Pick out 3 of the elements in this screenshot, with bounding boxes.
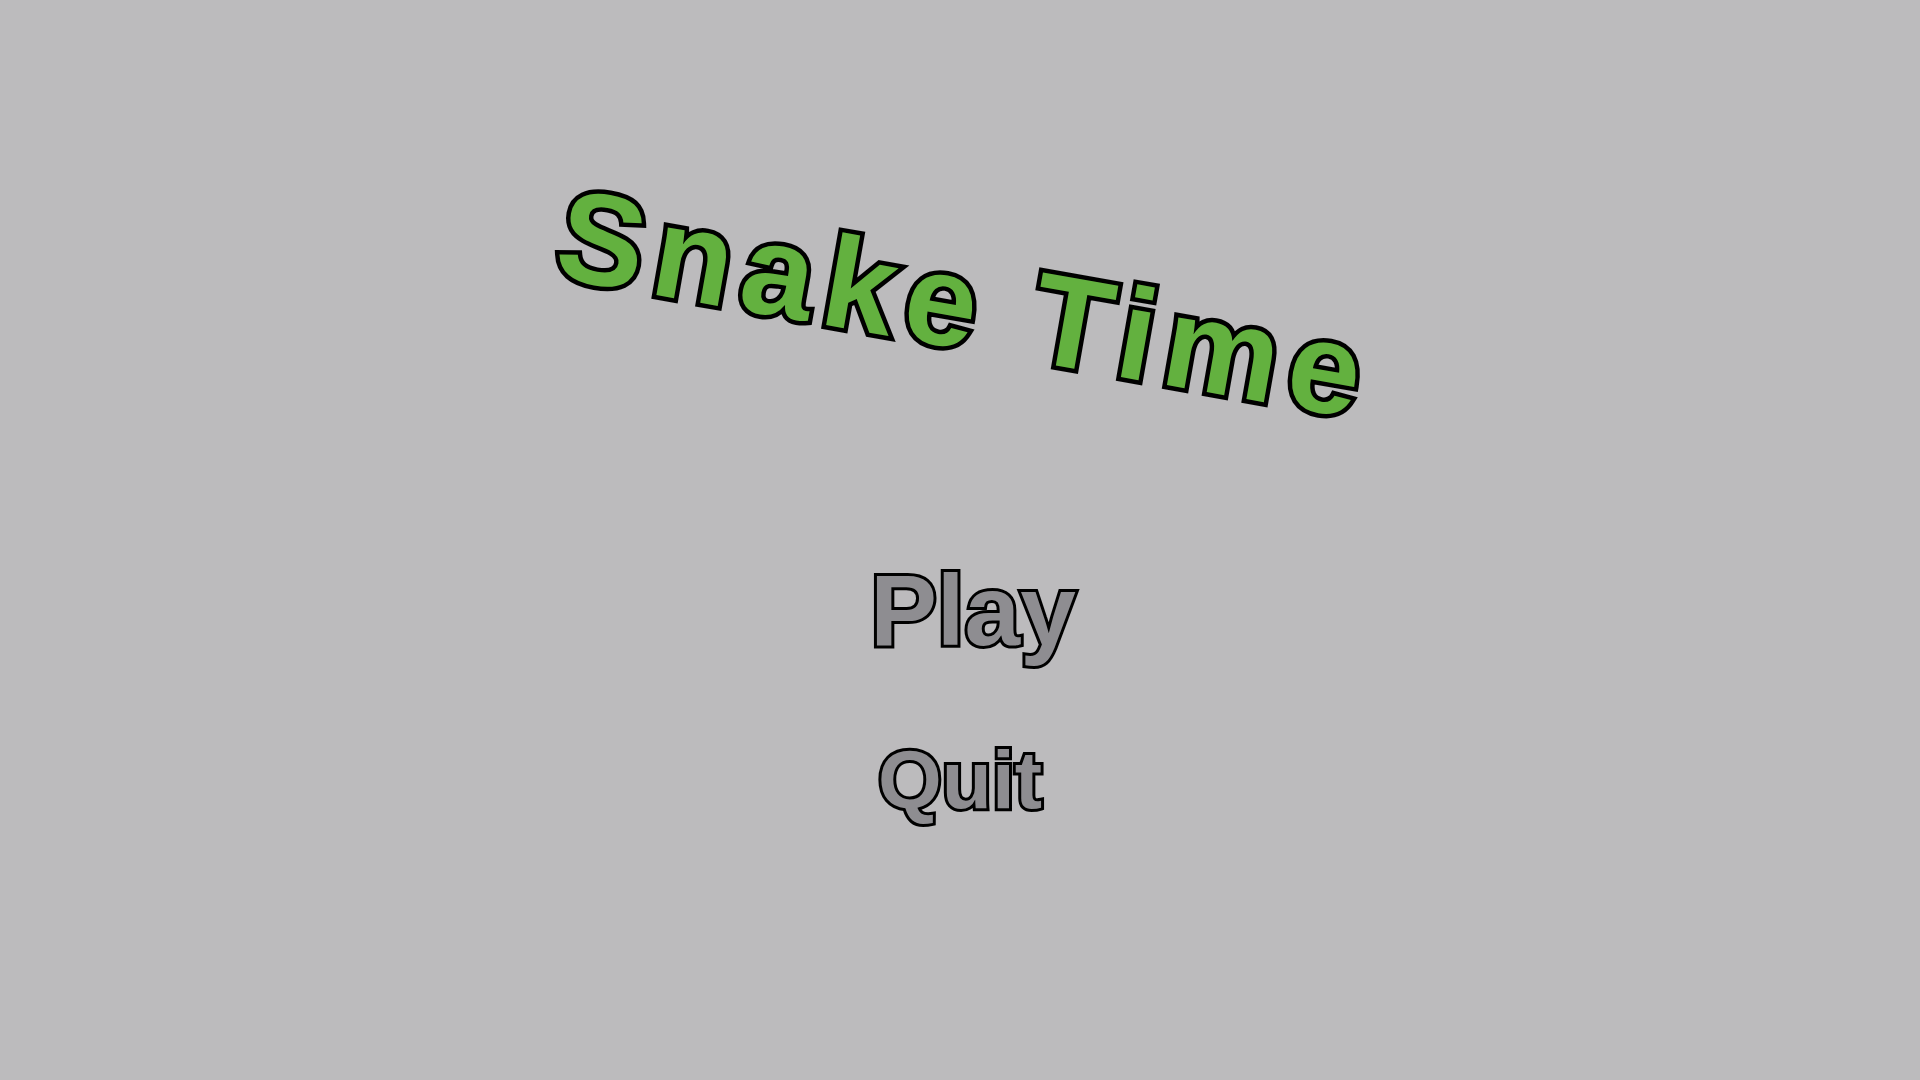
menu-option[interactable]: Quit	[872, 733, 1048, 828]
menu-option[interactable]: Play	[864, 553, 1082, 668]
game-title: Snake Time	[545, 166, 1383, 440]
